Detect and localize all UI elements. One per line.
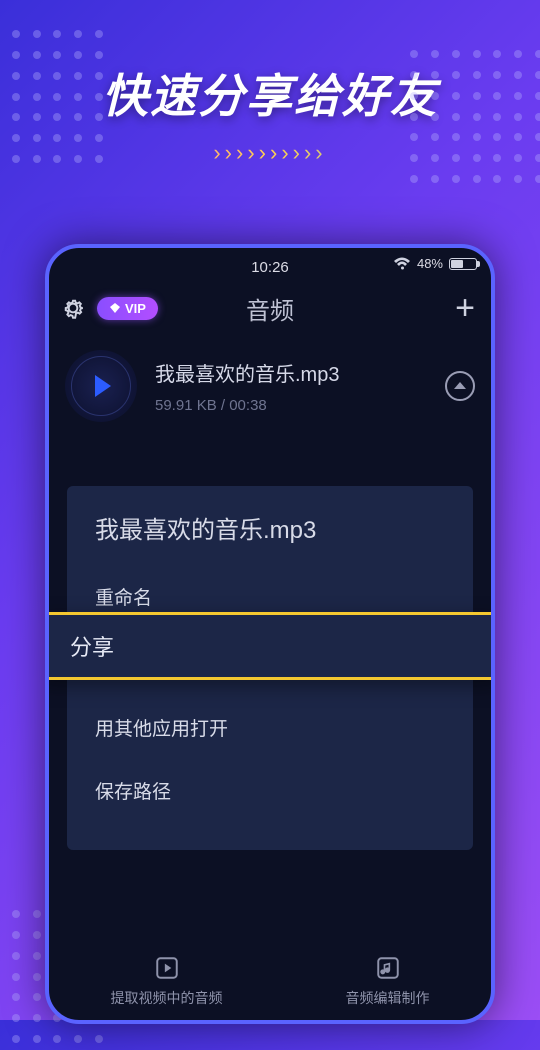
chevron-up-icon: [454, 382, 466, 389]
extract-icon: [153, 954, 181, 982]
track-meta: 59.91 KB / 00:38: [155, 397, 427, 414]
save-path-item[interactable]: 保存路径: [67, 759, 473, 822]
page-title: 音频: [246, 291, 294, 326]
audio-item[interactable]: 我最喜欢的音乐.mp3 59.91 KB / 00:38: [59, 336, 481, 436]
status-time: 10:26: [251, 259, 289, 276]
open-with-item[interactable]: 用其他应用打开: [67, 696, 473, 759]
settings-button[interactable]: [59, 294, 87, 322]
gear-icon: [60, 295, 86, 321]
collapse-button[interactable]: [445, 371, 475, 401]
battery-icon: [449, 258, 477, 270]
audio-edit-tab[interactable]: 音频编辑制作: [346, 954, 430, 1008]
vip-label: VIP: [125, 301, 146, 316]
bottom-tabs: 提取视频中的音频 音频编辑制作: [49, 954, 491, 1008]
play-icon: [95, 375, 111, 397]
top-nav: VIP 音频 +: [59, 280, 481, 336]
battery-percent: 48%: [417, 256, 443, 271]
phone-frame: 10:26 48% VIP 音频 + 我最喜欢的音乐.mp3 59.91 KB …: [45, 244, 495, 1024]
vip-badge[interactable]: VIP: [97, 297, 158, 320]
status-bar: 10:26 48%: [59, 254, 481, 280]
audio-edit-label: 音频编辑制作: [346, 988, 430, 1008]
extract-label: 提取视频中的音频: [111, 988, 223, 1008]
music-note-icon: [374, 954, 402, 982]
track-name: 我最喜欢的音乐.mp3: [155, 358, 427, 387]
action-sheet-title: 我最喜欢的音乐.mp3: [67, 510, 473, 565]
wifi-icon: [393, 257, 411, 271]
disc-icon[interactable]: [65, 350, 137, 422]
extract-audio-tab[interactable]: 提取视频中的音频: [111, 954, 223, 1008]
diamond-icon: [109, 302, 121, 314]
add-button[interactable]: +: [455, 289, 475, 328]
action-sheet: 我最喜欢的音乐.mp3 重命名 分享 用其他应用打开 保存路径: [67, 486, 473, 850]
share-item[interactable]: 分享: [45, 612, 495, 680]
